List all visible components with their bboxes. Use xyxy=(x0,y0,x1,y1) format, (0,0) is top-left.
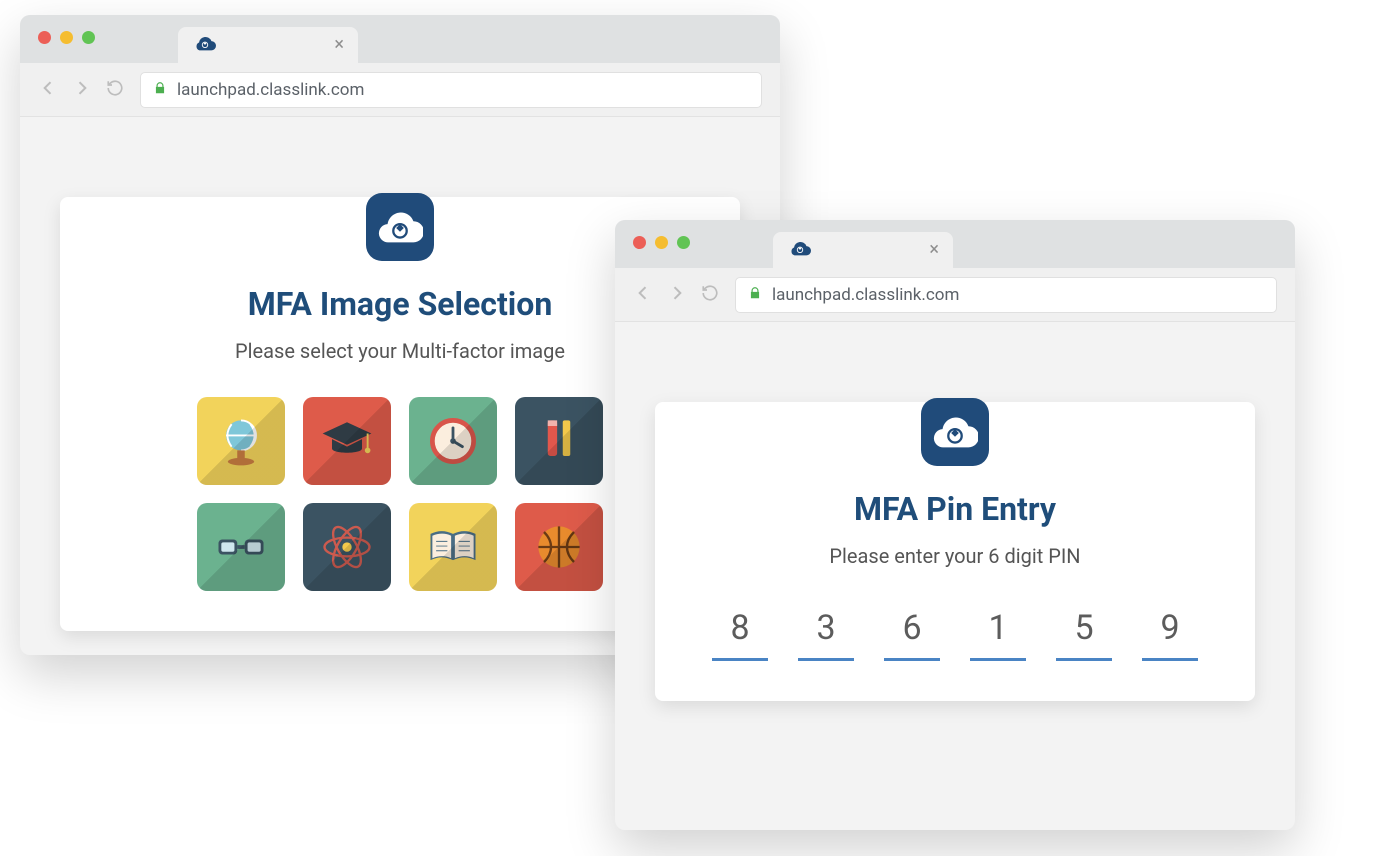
close-window-button[interactable] xyxy=(633,236,646,249)
browser-tab[interactable]: × xyxy=(178,27,358,63)
browser-tab[interactable]: × xyxy=(773,232,953,268)
address-text: launchpad.classlink.com xyxy=(772,285,959,305)
classlink-cloud-icon xyxy=(789,237,811,263)
nav-forward-button[interactable] xyxy=(667,283,687,307)
close-tab-icon[interactable]: × xyxy=(929,241,939,259)
maximize-window-button[interactable] xyxy=(677,236,690,249)
mfa-image-grid xyxy=(100,397,700,591)
titlebar: × xyxy=(20,15,780,63)
mfa-pin-card: MFA Pin Entry Please enter your 6 digit … xyxy=(655,402,1255,701)
nav-back-button[interactable] xyxy=(38,78,58,102)
mfa-tile-book[interactable] xyxy=(409,503,497,591)
pin-digit-6[interactable]: 9 xyxy=(1135,608,1205,661)
window-controls xyxy=(38,31,95,44)
mfa-tile-glasses[interactable] xyxy=(197,503,285,591)
mfa-tile-clock[interactable] xyxy=(409,397,497,485)
mfa-tile-basketball[interactable] xyxy=(515,503,603,591)
minimize-window-button[interactable] xyxy=(60,31,73,44)
window-controls xyxy=(633,236,690,249)
card-subtitle: Please enter your 6 digit PIN xyxy=(695,544,1215,568)
classlink-app-icon xyxy=(366,193,434,261)
page-viewport: MFA Pin Entry Please enter your 6 digit … xyxy=(615,322,1295,830)
pin-input-row: 8 3 6 1 5 9 xyxy=(695,608,1215,661)
mfa-tile-globe[interactable] xyxy=(197,397,285,485)
reload-button[interactable] xyxy=(701,284,719,306)
classlink-app-icon xyxy=(921,398,989,466)
browser-toolbar: launchpad.classlink.com xyxy=(615,268,1295,322)
titlebar: × xyxy=(615,220,1295,268)
pin-digit-3[interactable]: 6 xyxy=(877,608,947,661)
mfa-tile-atom[interactable] xyxy=(303,503,391,591)
nav-forward-button[interactable] xyxy=(72,78,92,102)
pin-digit-2[interactable]: 3 xyxy=(791,608,861,661)
address-bar[interactable]: launchpad.classlink.com xyxy=(140,72,762,108)
pin-digit-5[interactable]: 5 xyxy=(1049,608,1119,661)
lock-icon xyxy=(748,285,762,305)
address-text: launchpad.classlink.com xyxy=(177,80,364,100)
browser-toolbar: launchpad.classlink.com xyxy=(20,63,780,117)
card-title: MFA Pin Entry xyxy=(695,490,1215,528)
maximize-window-button[interactable] xyxy=(82,31,95,44)
card-title: MFA Image Selection xyxy=(100,285,700,323)
minimize-window-button[interactable] xyxy=(655,236,668,249)
address-bar[interactable]: launchpad.classlink.com xyxy=(735,277,1277,313)
lock-icon xyxy=(153,80,167,100)
pin-digit-1[interactable]: 8 xyxy=(705,608,775,661)
mfa-tile-pencils[interactable] xyxy=(515,397,603,485)
pin-digit-4[interactable]: 1 xyxy=(963,608,1033,661)
close-window-button[interactable] xyxy=(38,31,51,44)
browser-window-pin-entry: × launchpad.classlink.com xyxy=(615,220,1295,830)
mfa-tile-graduation[interactable] xyxy=(303,397,391,485)
nav-back-button[interactable] xyxy=(633,283,653,307)
classlink-cloud-icon xyxy=(194,32,216,58)
reload-button[interactable] xyxy=(106,79,124,101)
card-subtitle: Please select your Multi-factor image xyxy=(100,339,700,363)
close-tab-icon[interactable]: × xyxy=(334,36,344,54)
